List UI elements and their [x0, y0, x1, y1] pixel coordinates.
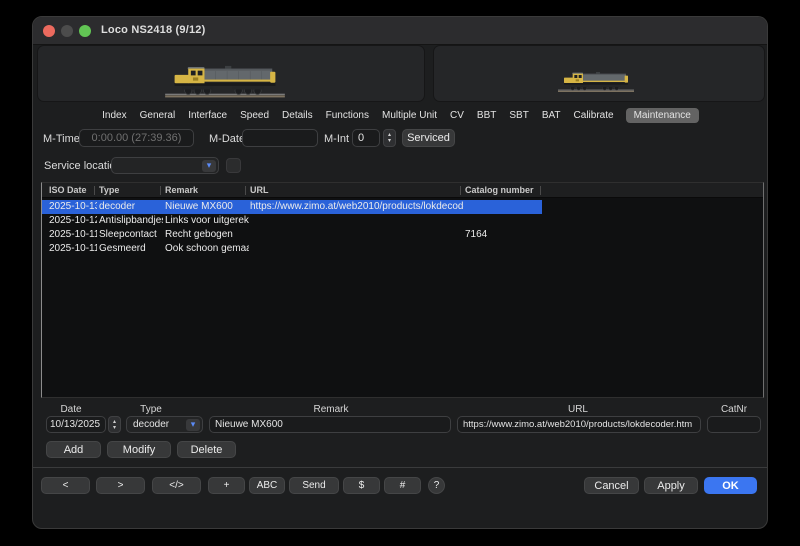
type-combobox[interactable]: decoder ▾ [126, 416, 203, 433]
table-row[interactable]: 2025-10-11 Gesmeerd Ook schoon gemaakt. [42, 242, 763, 256]
cancel-button[interactable]: Cancel [584, 477, 639, 494]
table-row[interactable]: 2025-10-12 Antislipbandjes Links voor ui… [42, 214, 763, 228]
cell-remark: Ook schoon gemaakt. [165, 243, 249, 254]
column-divider [540, 186, 541, 195]
toolbar-separator [33, 467, 767, 468]
send-button[interactable]: Send [289, 477, 339, 494]
table-row[interactable]: 2025-10-11 Sleepcontact Recht gebogen 71… [42, 228, 763, 242]
service-location-label: Service location [44, 160, 122, 172]
stepper-down-icon: ▾ [388, 138, 391, 144]
cell-iso-date: 2025-10-11 [49, 243, 97, 254]
tab-index[interactable]: Index [101, 108, 127, 123]
ok-button[interactable]: OK [704, 477, 757, 494]
date-label: Date [41, 404, 101, 415]
tab-multiple-unit[interactable]: Multiple Unit [381, 108, 438, 123]
tab-functions[interactable]: Functions [325, 108, 370, 123]
tab-bat[interactable]: BAT [541, 108, 562, 123]
help-button[interactable]: ? [428, 477, 445, 494]
catnr-field[interactable] [707, 416, 761, 433]
tab-speed[interactable]: Speed [239, 108, 270, 123]
cell-iso-date: 2025-10-12 [49, 215, 97, 226]
tab-general[interactable]: General [139, 108, 177, 123]
tab-calibrate[interactable]: Calibrate [573, 108, 615, 123]
m-int-label: M-Int [324, 133, 349, 145]
m-int-stepper[interactable]: ▴ ▾ [383, 129, 396, 147]
minimize-window-icon[interactable] [61, 25, 73, 37]
type-label: Type [121, 404, 181, 415]
cell-type: Gesmeerd [99, 243, 163, 254]
hash-button[interactable]: # [384, 477, 421, 494]
cell-remark: Links voor uitgerekt. [165, 215, 249, 226]
tab-bar: Index General Interface Speed Details Fu… [33, 107, 767, 123]
cell-type: Sleepcontact [99, 229, 163, 240]
tab-sbt[interactable]: SBT [508, 108, 529, 123]
column-header-catalog-number[interactable]: Catalog number [465, 185, 534, 195]
date-field[interactable] [46, 416, 106, 433]
column-header-url[interactable]: URL [250, 185, 269, 195]
dollar-button[interactable]: $ [343, 477, 380, 494]
remark-field[interactable] [209, 416, 451, 433]
loco-window: Loco NS2418 (9/12) [32, 16, 768, 529]
type-value: decoder [133, 419, 169, 430]
column-header-iso-date[interactable]: ISO Date [49, 185, 87, 195]
abc-button[interactable]: ABC [249, 477, 285, 494]
code-button[interactable]: </> [152, 477, 201, 494]
cell-type: Antislipbandjes [99, 215, 163, 226]
stepper-down-icon: ▾ [113, 425, 116, 431]
column-divider [245, 186, 246, 195]
service-location-combobox[interactable]: ▾ [111, 157, 219, 174]
m-date-field[interactable] [242, 129, 318, 147]
cell-remark: Recht gebogen [165, 229, 249, 240]
chevron-down-icon: ▾ [202, 160, 216, 172]
window-title: Loco NS2418 (9/12) [101, 24, 205, 36]
apply-button[interactable]: Apply [644, 477, 698, 494]
url-label: URL [548, 404, 608, 415]
tab-maintenance[interactable]: Maintenance [626, 108, 699, 123]
table-header[interactable]: ISO Date Type Remark URL Catalog number [42, 183, 763, 198]
remark-label: Remark [301, 404, 361, 415]
tab-bbt[interactable]: BBT [476, 108, 497, 123]
m-date-label: M-Date [209, 133, 245, 145]
column-divider [160, 186, 161, 195]
title-bar[interactable]: Loco NS2418 (9/12) [33, 17, 767, 45]
cell-iso-date: 2025-10-11 [49, 229, 97, 240]
tab-interface[interactable]: Interface [187, 108, 228, 123]
cell-url: https://www.zimo.at/web2010/products/lok… [250, 201, 464, 212]
column-header-remark[interactable]: Remark [165, 185, 198, 195]
m-time-field[interactable] [79, 129, 194, 147]
modify-button[interactable]: Modify [107, 441, 171, 458]
column-header-type[interactable]: Type [99, 185, 119, 195]
forward-button[interactable]: > [96, 477, 145, 494]
cell-remark: Nieuwe MX600 [165, 201, 249, 212]
catnr-label: CatNr [704, 404, 764, 415]
cell-iso-date: 2025-10-13 [49, 201, 97, 212]
locomotive-thumbnail [556, 65, 636, 93]
service-location-extra-button[interactable] [226, 158, 241, 173]
locomotive-photo [162, 51, 288, 99]
back-button[interactable]: < [41, 477, 90, 494]
serviced-button[interactable]: Serviced [402, 129, 455, 147]
maintenance-table[interactable]: ISO Date Type Remark URL Catalog number … [41, 182, 764, 398]
date-stepper[interactable]: ▴ ▾ [108, 416, 121, 433]
add-button[interactable]: Add [46, 441, 101, 458]
plus-button[interactable]: + [208, 477, 245, 494]
delete-button[interactable]: Delete [177, 441, 236, 458]
url-field[interactable] [457, 416, 701, 433]
cell-catalog: 7164 [465, 229, 539, 240]
loco-photo-panel [37, 45, 425, 102]
m-time-label: M-Time [43, 133, 80, 145]
column-divider [460, 186, 461, 195]
table-row-selected[interactable]: 2025-10-13 decoder Nieuwe MX600 https://… [42, 200, 763, 214]
m-int-field[interactable] [352, 129, 380, 147]
close-window-icon[interactable] [43, 25, 55, 37]
column-divider [94, 186, 95, 195]
tab-details[interactable]: Details [281, 108, 314, 123]
tab-cv[interactable]: CV [449, 108, 465, 123]
zoom-window-icon[interactable] [79, 25, 91, 37]
chevron-down-icon: ▾ [186, 419, 200, 431]
loco-thumbnail-panel [433, 45, 765, 102]
cell-type: decoder [99, 201, 163, 212]
